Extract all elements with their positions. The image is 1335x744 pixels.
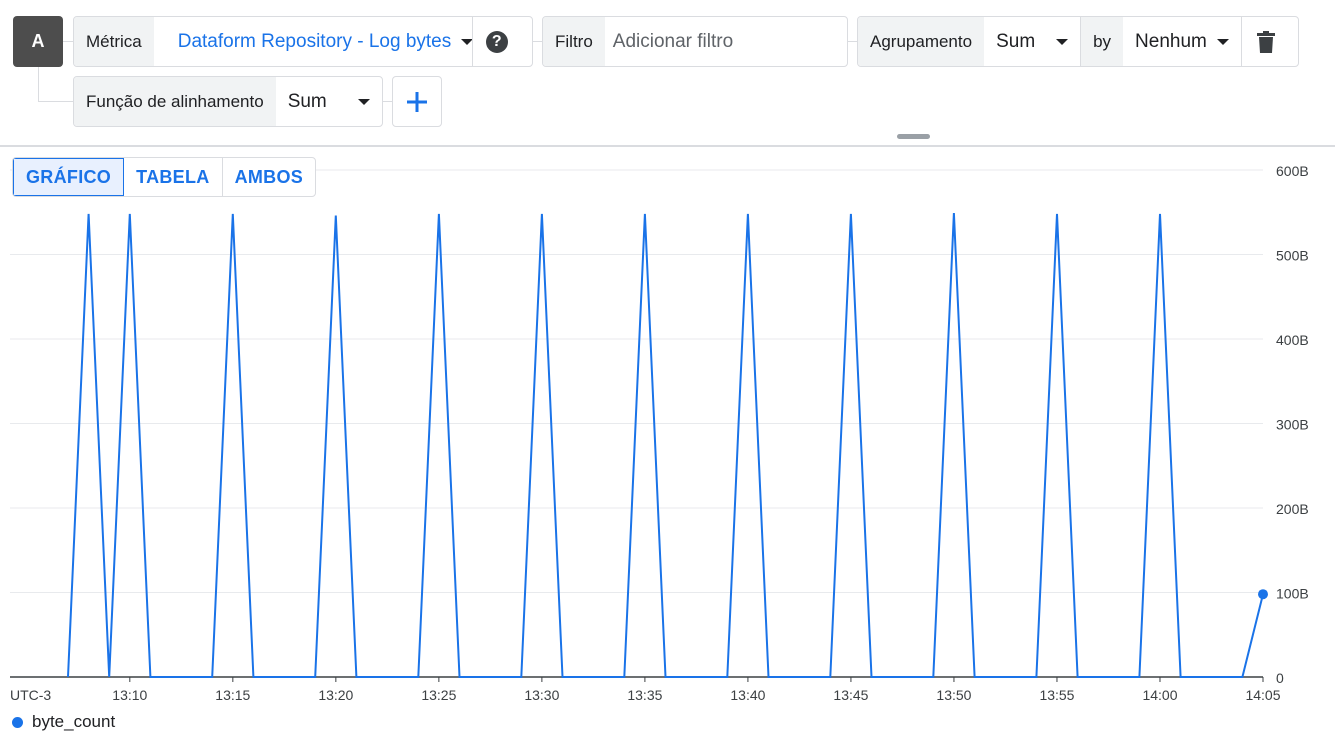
metric-value: Dataform Repository - Log bytes <box>177 30 452 52</box>
legend-dot <box>12 716 23 728</box>
chart-legend: byte_count <box>12 712 115 732</box>
x-tick-label: 13:55 <box>1039 687 1074 703</box>
y-tick-label: 100B <box>1276 586 1309 602</box>
view-tabs: GRÁFICO TABELA AMBOS <box>12 157 317 197</box>
series-line <box>67 213 1264 678</box>
x-tick-label: 13:40 <box>730 687 765 703</box>
plus-icon <box>407 91 427 112</box>
filter-input[interactable]: Adicionar filtro <box>605 17 845 66</box>
y-tick-label: 200B <box>1276 501 1309 517</box>
x-tick-label: 13:50 <box>936 687 971 703</box>
grouping-value: Sum <box>996 30 1036 52</box>
x-tick-label: 13:15 <box>215 687 250 703</box>
filter-label: Filtro <box>543 17 605 66</box>
tab-tabela[interactable]: TABELA <box>124 158 223 196</box>
timezone-label: UTC-3 <box>10 687 51 703</box>
filter-selector: Filtro Adicionar filtro <box>542 16 848 67</box>
connector <box>38 101 73 102</box>
x-tick-label: 14:05 <box>1245 687 1280 703</box>
caret-down-icon <box>1217 38 1230 45</box>
x-tick-label: 13:25 <box>421 687 456 703</box>
delete-query-button[interactable] <box>1242 17 1290 66</box>
resize-handle[interactable] <box>897 134 930 139</box>
series-endpoint <box>1258 589 1268 600</box>
add-operation-button[interactable] <box>392 76 442 127</box>
panel-divider <box>0 145 1335 147</box>
grouping-selector: Agrupamento Sum by Nenhum <box>857 16 1299 67</box>
query-badge[interactable]: A <box>13 16 63 67</box>
x-tick-label: 14:00 <box>1142 687 1177 703</box>
y-tick-label: 300B <box>1276 417 1309 433</box>
x-tick-label: 13:45 <box>833 687 868 703</box>
x-tick-label: 13:35 <box>627 687 662 703</box>
x-tick-label: 13:20 <box>318 687 353 703</box>
metric-label: Métrica <box>74 17 154 66</box>
alignment-label: Função de alinhamento <box>74 77 276 126</box>
by-dropdown[interactable]: Nenhum <box>1123 17 1241 66</box>
connector <box>38 67 39 102</box>
tab-ambos[interactable]: AMBOS <box>223 158 315 196</box>
y-tick-label: 400B <box>1276 332 1309 348</box>
alignment-dropdown[interactable]: Sum <box>276 77 382 126</box>
tab-grafico[interactable]: GRÁFICO <box>13 158 125 196</box>
by-label: by <box>1080 17 1124 66</box>
metric-dropdown[interactable]: Dataform Repository - Log bytes <box>154 17 474 66</box>
by-value: Nenhum <box>1135 30 1207 52</box>
alignment-value: Sum <box>287 90 327 112</box>
y-tick-label: 500B <box>1276 248 1309 264</box>
help-button[interactable]: ? <box>473 17 521 66</box>
line-chart: 0 100B 200B 300B 400B 500B 600B UTC-3 13:10 13:1… <box>10 163 1309 703</box>
caret-down-icon <box>358 98 370 105</box>
y-tick-label: 600B <box>1276 163 1309 179</box>
help-icon: ? <box>485 30 508 53</box>
connector <box>63 41 73 42</box>
x-tick-label: 13:10 <box>112 687 147 703</box>
trash-icon <box>1257 30 1276 53</box>
metric-selector: Métrica Dataform Repository - Log bytes … <box>73 16 533 67</box>
grouping-dropdown[interactable]: Sum <box>984 17 1080 66</box>
grouping-label: Agrupamento <box>858 17 985 66</box>
legend-label: byte_count <box>32 712 116 731</box>
y-tick-label: 0 <box>1276 670 1284 686</box>
x-tick-label: 13:30 <box>524 687 559 703</box>
caret-down-icon <box>1056 38 1069 45</box>
alignment-selector: Função de alinhamento Sum <box>73 76 383 127</box>
